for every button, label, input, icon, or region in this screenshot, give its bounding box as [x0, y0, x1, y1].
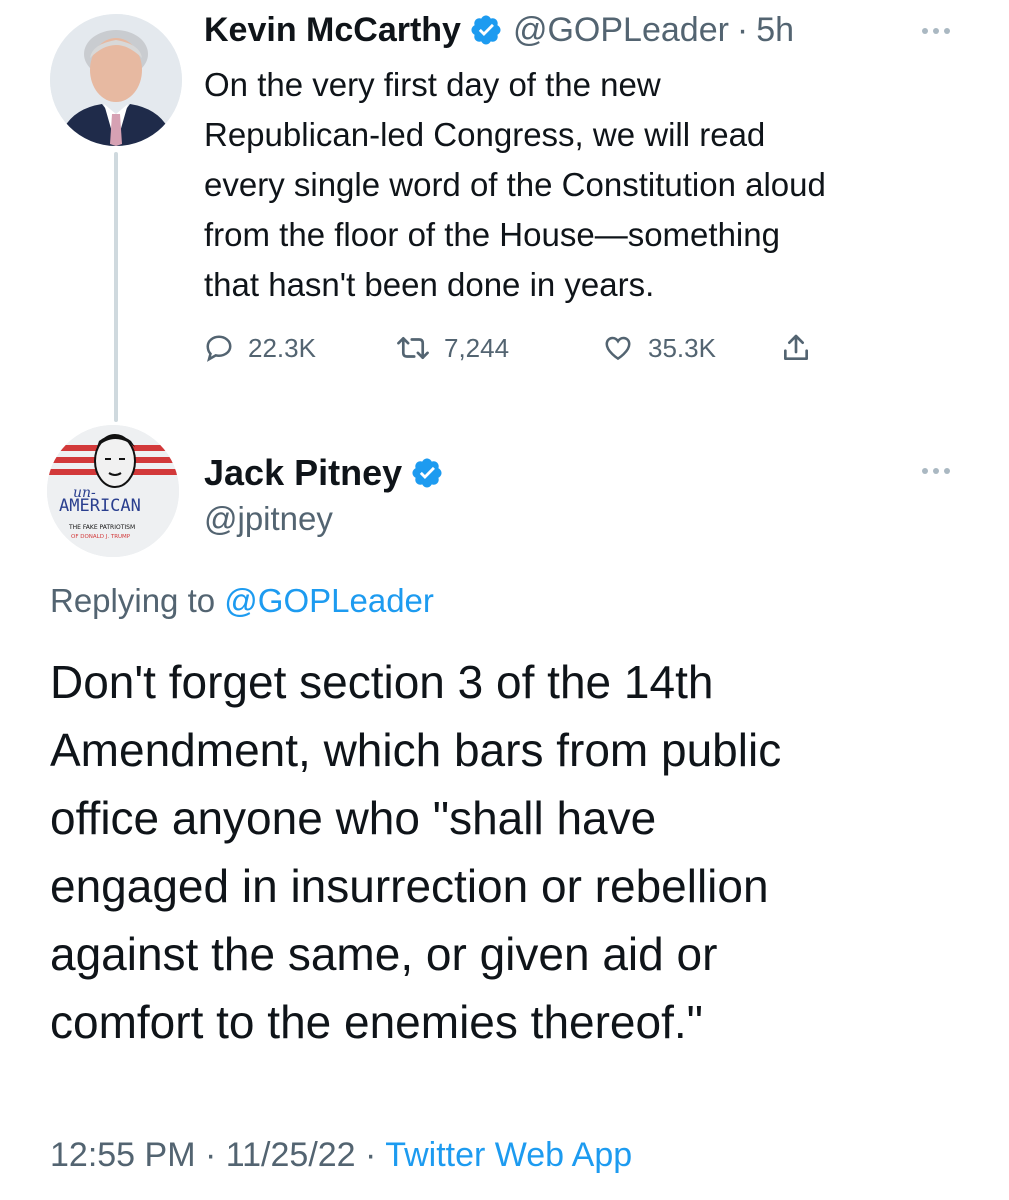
replying-prefix: Replying to [50, 582, 216, 619]
reply-text-line: against the same, or given aid or [50, 928, 718, 980]
avatar-subtitle-text: OF DONALD J. TRUMP [71, 534, 131, 540]
source-app-link[interactable]: Twitter Web App [385, 1136, 632, 1174]
reply-text-line: Amendment, which bars from public [50, 724, 782, 776]
more-options-icon[interactable] [922, 28, 950, 34]
tweet-text-line: that hasn't been done in years. [204, 266, 655, 303]
avatar-photo [50, 14, 182, 146]
like-button[interactable]: 35.3K [602, 333, 780, 364]
reply-text-line: comfort to the enemies thereof." [50, 996, 703, 1048]
thread-connector-line [114, 152, 118, 422]
retweet-count: 7,244 [444, 332, 510, 363]
tweet-text-line: Republican-led Congress, we will read [204, 116, 766, 153]
avatar-title-text: AMERICAN [59, 496, 141, 516]
like-count: 35.3K [648, 332, 716, 363]
tweet-meta: 12:55 PM · 11/25/22 · Twitter Web App [50, 1136, 632, 1175]
reply-header: Jack Pitney [204, 448, 454, 498]
tweet-header: Kevin McCarthy @GOPLeader · 5h [204, 8, 794, 52]
display-name[interactable]: Kevin McCarthy [204, 11, 461, 50]
tweet-time[interactable]: 5h [756, 11, 794, 50]
reply-button[interactable]: 22.3K [204, 333, 396, 364]
tweet-text: On the very first day of the new Republi… [204, 60, 964, 310]
tweet-text-line: from the floor of the House—something [204, 216, 780, 253]
reply-text: Don't forget section 3 of the 14th Amend… [50, 648, 980, 1056]
share-icon [784, 334, 808, 360]
tweet-actions-bar: 22.3K 7,244 35.3K [204, 328, 812, 368]
user-handle[interactable]: @jpitney [204, 500, 333, 538]
avatar-kevin-mccarthy[interactable] [50, 14, 182, 146]
dot-separator: · [204, 1136, 217, 1174]
display-name[interactable]: Jack Pitney [204, 452, 402, 494]
verified-badge-icon [471, 15, 501, 45]
verified-badge-icon [412, 458, 442, 488]
book-cover-avatar: un- AMERICAN THE FAKE PATRIOTISM OF DONA… [47, 425, 179, 557]
mention-link[interactable]: @GOPLeader [224, 582, 434, 619]
retweet-icon [397, 336, 429, 360]
share-button[interactable] [780, 332, 812, 364]
heart-icon [605, 336, 631, 361]
tweet-text-line: On the very first day of the new [204, 66, 661, 103]
reply-text-line: engaged in insurrection or rebellion [50, 860, 769, 912]
retweet-button[interactable]: 7,244 [396, 333, 602, 364]
reply-count: 22.3K [248, 332, 316, 363]
dot-separator: · [365, 1136, 377, 1174]
more-options-icon[interactable] [922, 468, 950, 474]
user-handle[interactable]: @GOPLeader [513, 11, 729, 50]
reply-text-line: Don't forget section 3 of the 14th [50, 656, 714, 708]
tweet-time[interactable]: 12:55 PM [50, 1136, 196, 1174]
dot-separator: · [736, 10, 749, 49]
reply-icon [206, 335, 232, 362]
avatar-subtitle-text: THE FAKE PATRIOTISM [68, 524, 135, 531]
tweet-date[interactable]: 11/25/22 [226, 1136, 356, 1174]
avatar-jack-pitney[interactable]: un- AMERICAN THE FAKE PATRIOTISM OF DONA… [47, 425, 179, 557]
tweet-text-line: every single word of the Constitution al… [204, 166, 826, 203]
replying-to-line: Replying to @GOPLeader [50, 582, 434, 620]
reply-text-line: office anyone who "shall have [50, 792, 657, 844]
